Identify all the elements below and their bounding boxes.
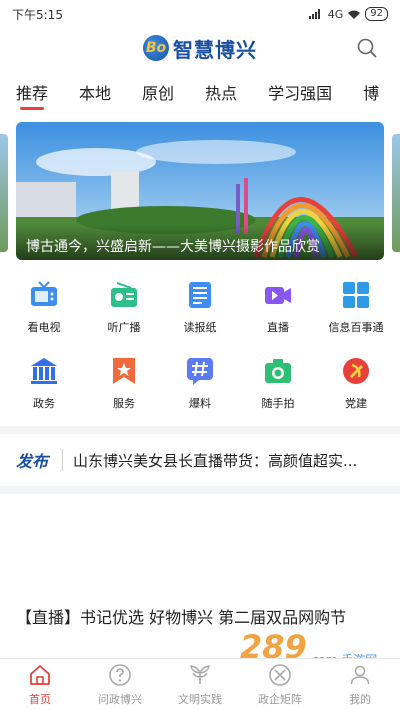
banner-caption: 博古通今，兴盛启新——大美博兴摄影作品欣赏 xyxy=(16,224,384,260)
tab-recommend[interactable]: 推荐 xyxy=(16,72,48,112)
grid-label: 直播 xyxy=(267,321,289,334)
grid-label: 读报纸 xyxy=(183,321,217,334)
civilization-emblem-icon xyxy=(190,665,210,684)
tab-local[interactable]: 本地 xyxy=(79,72,111,112)
section-divider xyxy=(0,426,400,434)
status-time: 下午5:15 xyxy=(12,7,63,22)
grid-label: 党建 xyxy=(345,397,367,410)
feature-grid: 看电视 听广播 读报纸 直播 信息百事通 政务 服务 爆料 随手拍 党建 xyxy=(0,280,400,422)
grid-label: 随手拍 xyxy=(261,397,295,410)
bottom-navigation: 首页 问政博兴 文明实践 政企矩阵 我的 xyxy=(0,658,400,710)
app-grid-icon xyxy=(343,282,369,308)
grid-label: 政务 xyxy=(33,397,55,410)
video-camera-icon xyxy=(265,287,291,304)
grid-label: 信息百事通 xyxy=(328,321,384,334)
nav-profile[interactable]: 我的 xyxy=(320,659,400,710)
grid-label: 爆料 xyxy=(189,397,211,410)
grid-label: 看电视 xyxy=(27,321,61,334)
status-indicators: 4G 92 xyxy=(308,7,388,21)
tv-icon xyxy=(31,281,57,306)
service-bookmark-icon xyxy=(113,358,135,384)
radio-icon xyxy=(111,282,137,307)
grid-item-service[interactable]: 服务 xyxy=(84,356,164,416)
tab-more[interactable]: 博 xyxy=(363,72,379,112)
nav-inquiry[interactable]: 问政博兴 xyxy=(80,659,160,710)
section-divider xyxy=(0,486,400,494)
app-title: 智慧博兴 xyxy=(173,37,257,62)
nav-label: 文明实践 xyxy=(178,693,222,706)
channel-tabs: 推荐 本地 原创 热点 学习强国 博 xyxy=(0,72,400,112)
hashtag-icon xyxy=(187,358,213,385)
grid-item-party[interactable]: 党建 xyxy=(316,356,396,416)
grid-item-newspaper[interactable]: 读报纸 xyxy=(160,280,240,340)
grid-item-info[interactable]: 信息百事通 xyxy=(316,280,396,340)
nav-matrix[interactable]: 政企矩阵 xyxy=(240,659,320,710)
grid-item-tipoff[interactable]: 爆料 xyxy=(160,356,240,416)
nav-home[interactable]: 首页 xyxy=(0,659,80,710)
battery-indicator: 92 xyxy=(365,7,388,21)
nav-label: 首页 xyxy=(29,693,51,706)
camera-icon xyxy=(265,359,291,383)
nav-label: 我的 xyxy=(349,693,371,706)
ticker-divider xyxy=(62,449,63,471)
grid-item-snapshot[interactable]: 随手拍 xyxy=(238,356,318,416)
tab-xuexi[interactable]: 学习强国 xyxy=(268,72,332,112)
logo-mark: Bo xyxy=(143,35,169,61)
grid-item-live[interactable]: 直播 xyxy=(238,280,318,340)
app-header: Bo 智慧博兴 xyxy=(0,28,400,68)
banner-slide[interactable]: 博古通今，兴盛启新——大美博兴摄影作品欣赏 xyxy=(16,122,384,260)
app-logo: Bo 智慧博兴 xyxy=(143,34,257,63)
ticker-brand: 发布 xyxy=(16,452,49,471)
banner-next-peek[interactable] xyxy=(392,134,400,252)
news-ticker[interactable]: 发布 山东博兴美女县长直播带货：高颜值超实... xyxy=(0,440,400,480)
grid-item-tv[interactable]: 看电视 xyxy=(4,280,84,340)
newspaper-icon xyxy=(189,282,211,308)
ticker-headline[interactable]: 山东博兴美女县长直播带货：高颜值超实... xyxy=(73,450,393,471)
grid-label: 听广播 xyxy=(107,321,141,334)
grid-item-government[interactable]: 政务 xyxy=(4,356,84,416)
tab-original[interactable]: 原创 xyxy=(142,72,174,112)
banner-prev-peek[interactable] xyxy=(0,134,8,252)
network-label: 4G xyxy=(327,7,344,21)
signal-icon xyxy=(308,9,320,19)
wifi-icon xyxy=(348,10,361,19)
grid-item-radio[interactable]: 听广播 xyxy=(84,280,164,340)
government-building-icon xyxy=(31,358,57,384)
status-bar: 下午5:15 4G 92 xyxy=(0,0,400,28)
search-icon[interactable] xyxy=(356,37,378,59)
user-icon xyxy=(350,665,370,685)
matrix-icon xyxy=(269,664,291,686)
question-icon xyxy=(109,664,131,686)
nav-label: 政企矩阵 xyxy=(258,693,302,706)
nav-label: 问政博兴 xyxy=(98,693,142,706)
banner-carousel: 博古通今，兴盛启新——大美博兴摄影作品欣赏 xyxy=(0,122,400,260)
tab-hot[interactable]: 热点 xyxy=(205,72,237,112)
home-icon xyxy=(30,665,50,685)
grid-label: 服务 xyxy=(113,397,135,410)
party-emblem-icon xyxy=(343,358,369,384)
nav-civilization[interactable]: 文明实践 xyxy=(160,659,240,710)
